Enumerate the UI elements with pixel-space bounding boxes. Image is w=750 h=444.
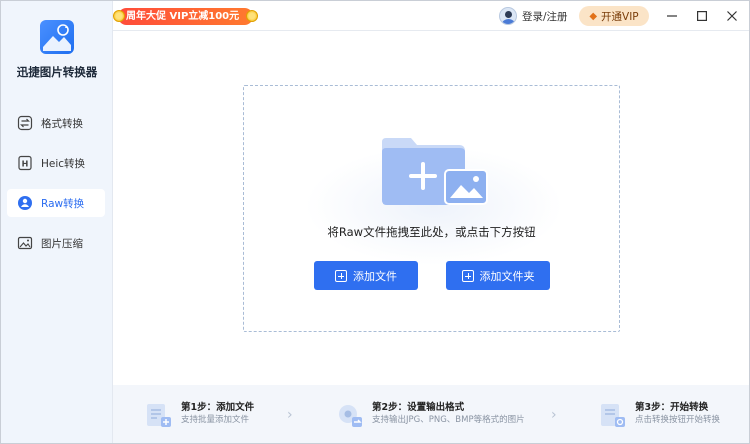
coin-icon — [246, 10, 259, 22]
minimize-button[interactable] — [664, 8, 680, 24]
app-window: 迅捷图片转换器 格式转换 H Heic转换 Raw转换 图片压缩 周年大促 VI… — [0, 0, 750, 444]
sidebar-item-label: 格式转换 — [41, 117, 83, 130]
step-1: 第1步：添加文件 支持批量添加文件 — [145, 401, 254, 431]
step-desc: 支持批量添加文件 — [181, 415, 250, 425]
promo-text: 周年大促 VIP立减100元 — [126, 11, 240, 22]
app-logo — [40, 20, 74, 54]
sidebar-item-image-compress[interactable]: 图片压缩 — [7, 229, 105, 257]
login-link[interactable]: 登录/注册 — [499, 7, 568, 25]
sidebar-item-raw[interactable]: Raw转换 — [7, 189, 105, 217]
avatar — [499, 7, 517, 25]
add-file-icon — [335, 269, 347, 282]
drop-hint: 将Raw文件拖拽至此处，或点击下方按钮 — [327, 225, 536, 239]
convert-step-icon — [599, 401, 627, 429]
sidebar-item-label: Heic转换 — [41, 157, 86, 170]
format-convert-icon — [17, 115, 33, 131]
add-file-step-icon — [145, 401, 173, 429]
vip-label: 开通VIP — [601, 10, 639, 23]
sidebar-item-label: 图片压缩 — [41, 237, 83, 250]
main-panel: 将Raw文件拖拽至此处，或点击下方按钮 添加文件 添加文件夹 — [113, 31, 749, 385]
close-icon — [727, 11, 737, 21]
folder-add-icon — [379, 136, 489, 211]
settings-step-icon — [336, 401, 364, 429]
sidebar: 迅捷图片转换器 格式转换 H Heic转换 Raw转换 图片压缩 — [1, 1, 113, 443]
diamond-icon: ◆ — [589, 10, 598, 22]
add-file-button[interactable]: 添加文件 — [314, 261, 418, 290]
step-title: 第1步：添加文件 — [181, 402, 255, 413]
add-file-label: 添加文件 — [353, 269, 397, 283]
drop-zone[interactable]: 将Raw文件拖拽至此处，或点击下方按钮 添加文件 添加文件夹 — [243, 85, 620, 332]
step-desc: 点击转换按钮开始转换 — [635, 415, 721, 425]
step-2: 第2步：设置输出格式 支持输出JPG、PNG、BMP等格式的图片 — [336, 401, 525, 431]
step-desc: 支持输出JPG、PNG、BMP等格式的图片 — [372, 415, 525, 425]
step-title: 第3步：开始转换 — [635, 402, 709, 413]
app-name: 迅捷图片转换器 — [16, 65, 98, 79]
minimize-icon — [667, 15, 677, 17]
chevron-right-icon: › — [287, 407, 293, 423]
image-compress-icon — [17, 235, 33, 251]
steps-bar: 第1步：添加文件 支持批量添加文件 › 第2步：设置输出格式 支持输出JPG、P… — [113, 385, 749, 443]
add-folder-label: 添加文件夹 — [479, 269, 535, 283]
close-button[interactable] — [724, 8, 740, 24]
coin-icon — [113, 10, 125, 22]
login-label: 登录/注册 — [522, 10, 568, 23]
promo-banner[interactable]: 周年大促 VIP立减100元 — [113, 8, 259, 25]
chevron-right-icon: › — [551, 407, 557, 423]
svg-text:H: H — [22, 160, 29, 169]
heic-icon: H — [17, 155, 33, 171]
maximize-icon — [697, 11, 707, 21]
raw-icon — [17, 195, 33, 211]
sidebar-item-format-convert[interactable]: 格式转换 — [7, 109, 105, 137]
top-bar: 周年大促 VIP立减100元 登录/注册 ◆ 开通VIP — [113, 1, 749, 31]
maximize-button[interactable] — [694, 8, 710, 24]
step-title: 第2步：设置输出格式 — [372, 402, 465, 413]
add-folder-button[interactable]: 添加文件夹 — [446, 261, 550, 290]
sidebar-item-label: Raw转换 — [41, 197, 85, 210]
sidebar-item-heic[interactable]: H Heic转换 — [7, 149, 105, 177]
step-3: 第3步：开始转换 点击转换按钮开始转换 — [599, 401, 720, 431]
open-vip-button[interactable]: ◆ 开通VIP — [579, 6, 649, 26]
add-folder-icon — [461, 269, 474, 282]
